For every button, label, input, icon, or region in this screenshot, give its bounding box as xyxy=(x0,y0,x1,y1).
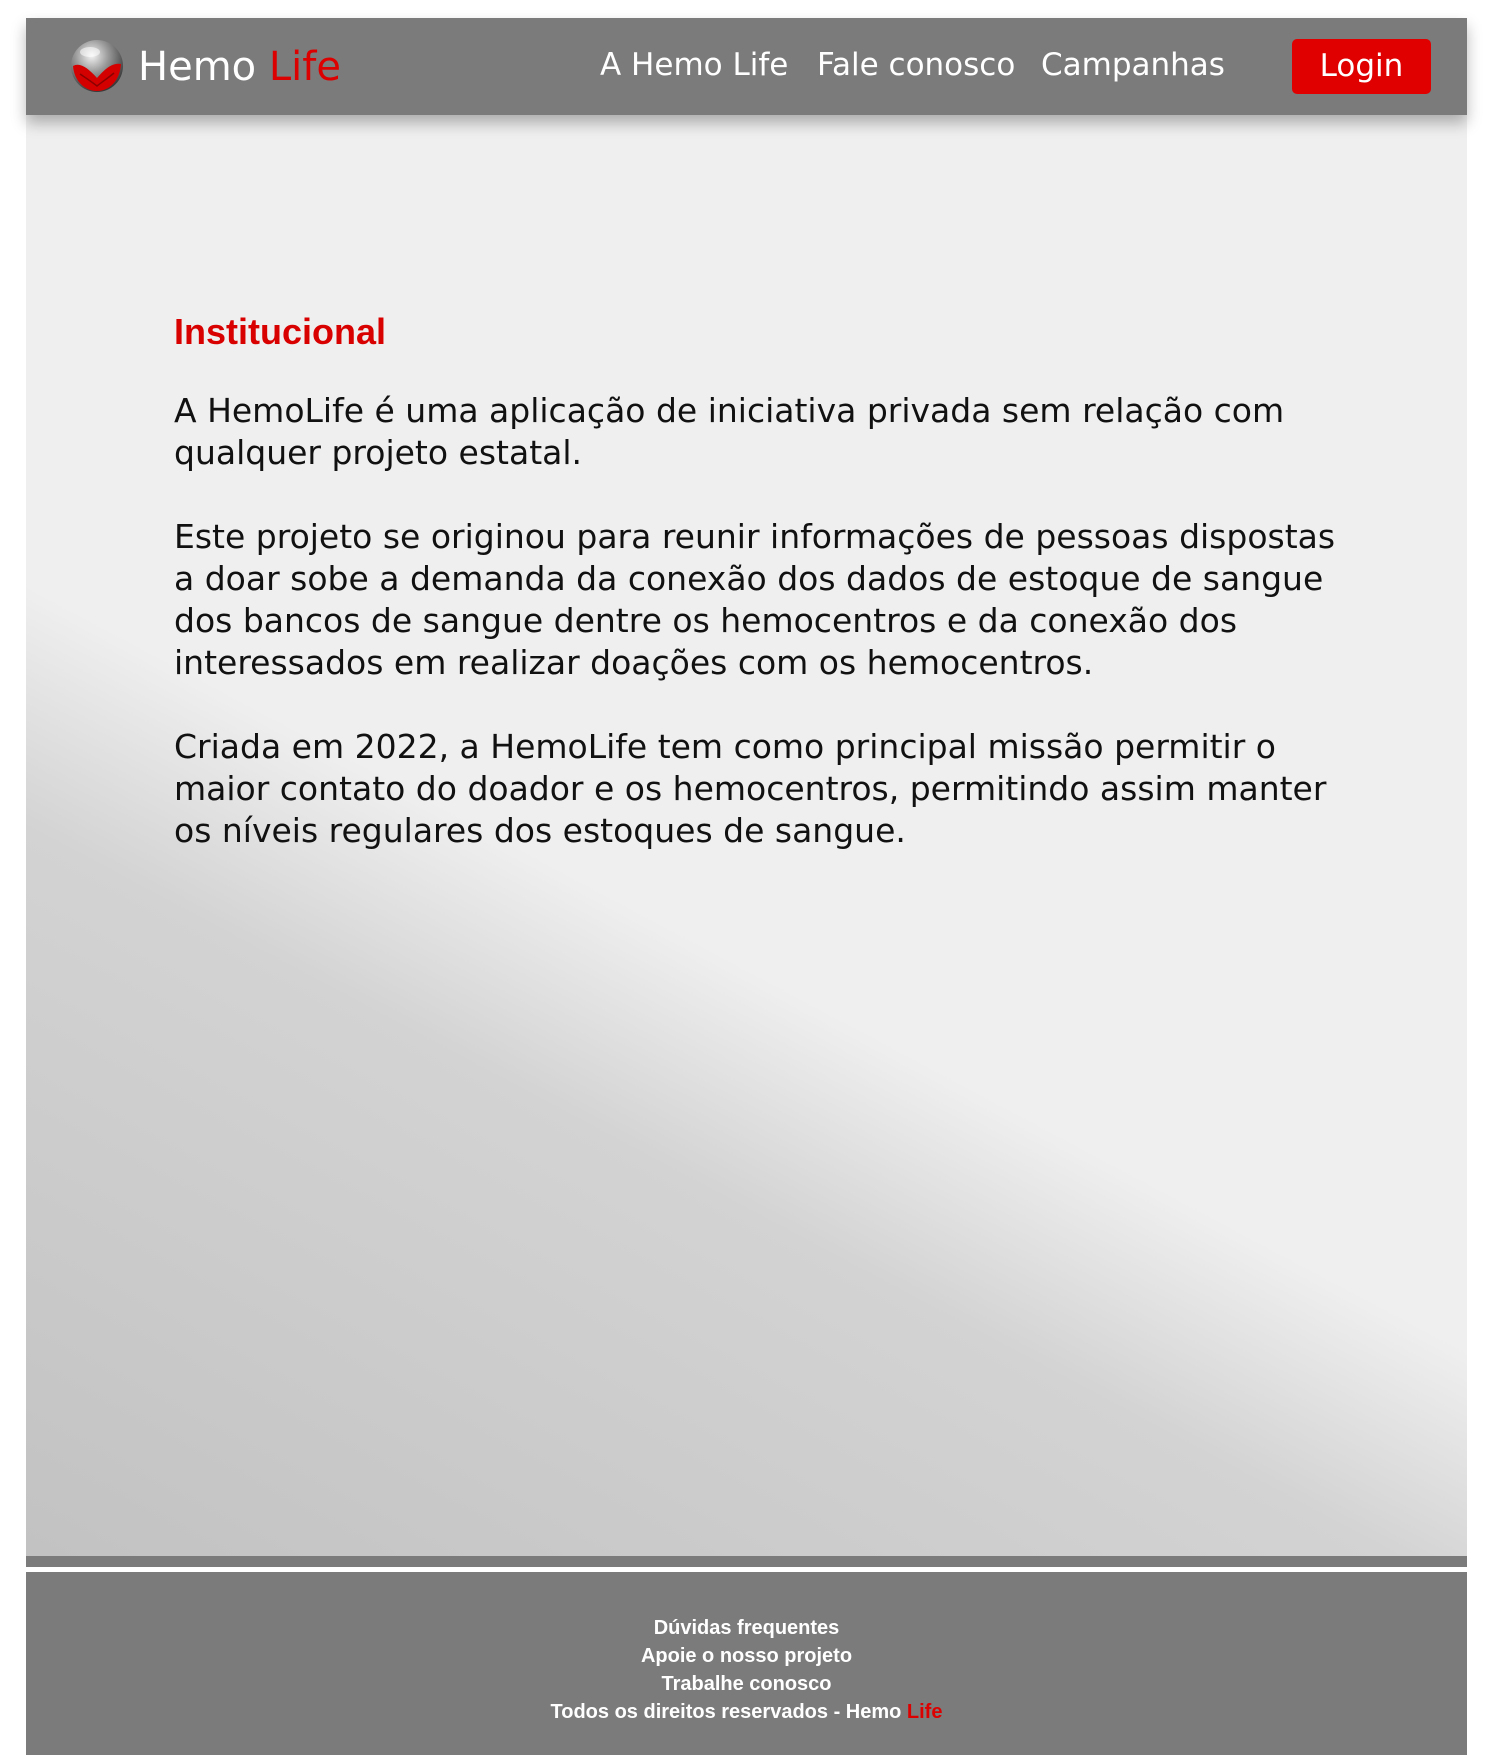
footer-link-apoie-projeto[interactable]: Apoie o nosso projeto xyxy=(26,1642,1467,1670)
nav-link-campanhas[interactable]: Campanhas xyxy=(1041,46,1225,84)
copyright-accent: Life xyxy=(906,1701,943,1723)
institutional-section: Institucional A HemoLife é uma aplicação… xyxy=(174,310,1344,894)
brand-name-accent: Life xyxy=(268,44,341,90)
footer: Dúvidas frequentes Apoie o nosso projeto… xyxy=(26,1572,1467,1755)
section-heading: Institucional xyxy=(174,311,387,352)
nav-link-fale-conosco[interactable]: Fale conosco xyxy=(817,46,1015,84)
footer-top-band xyxy=(26,1556,1467,1567)
footer-link-duvidas-frequentes[interactable]: Dúvidas frequentes xyxy=(26,1614,1467,1642)
paragraph-origin: Este projeto se originou para reunir inf… xyxy=(174,517,1336,682)
top-navbar: Hemo Life A Hemo Life Fale conosco Campa… xyxy=(26,18,1467,115)
blood-drop-logo-icon[interactable] xyxy=(68,36,126,94)
paragraph-intro: A HemoLife é uma aplicação de iniciativa… xyxy=(174,391,1285,472)
login-button[interactable]: Login xyxy=(1292,39,1431,94)
footer-links: Dúvidas frequentes Apoie o nosso projeto… xyxy=(26,1614,1467,1698)
main-content-area: Institucional A HemoLife é uma aplicação… xyxy=(26,115,1467,1556)
footer-copyright: Todos os direitos reservados - Hemo Life xyxy=(26,1698,1467,1726)
page-frame: Hemo Life A Hemo Life Fale conosco Campa… xyxy=(26,18,1467,1755)
nav-link-a-hemo-life[interactable]: A Hemo Life xyxy=(600,46,788,84)
paragraph-mission: Criada em 2022, a HemoLife tem como prin… xyxy=(174,727,1327,850)
brand-name[interactable]: Hemo Life xyxy=(138,44,341,90)
copyright-text: Todos os direitos reservados - Hemo xyxy=(550,1701,907,1723)
footer-link-trabalhe-conosco[interactable]: Trabalhe conosco xyxy=(26,1670,1467,1698)
brand-name-main: Hemo xyxy=(138,44,257,90)
